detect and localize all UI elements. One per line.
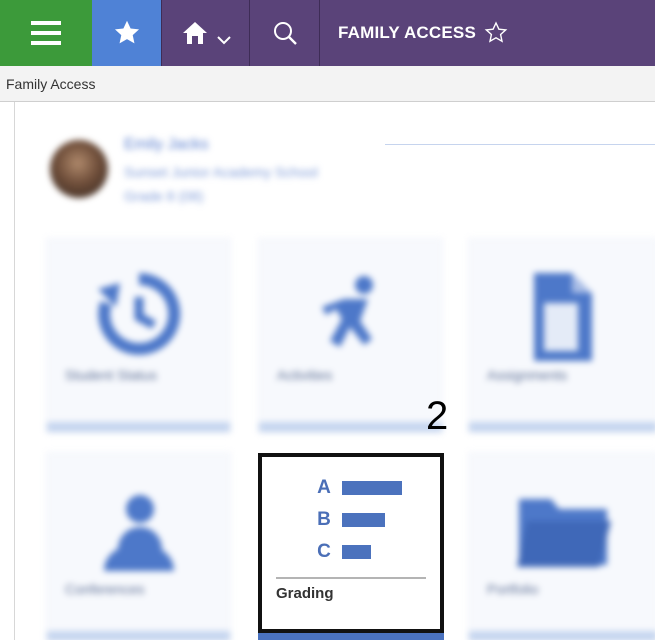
star-outline-icon[interactable] [484,21,508,45]
grade-bar-icon [342,481,402,495]
top-navigation-bar: FAMILY ACCESS [0,0,655,66]
grade-row-a: A [316,477,402,499]
content-border [14,102,15,640]
tile-grading[interactable]: A B C Grading [258,453,444,633]
tile-student-status[interactable]: Student Status [46,238,231,433]
grade-letter: C [317,541,331,562]
breadcrumb-label: Family Access [6,76,96,92]
chevron-down-icon[interactable] [216,35,231,45]
home-icon [182,22,207,44]
star-icon [114,20,139,44]
folder-icon [517,499,611,567]
search-icon [273,22,297,45]
main-content: Emily Jacks Sunset Junior Academy School… [0,102,655,640]
grade-letter: B [317,509,331,530]
student-grade: Grade 8 (08) [124,188,204,204]
student-school: Sunset Junior Academy School [124,164,318,180]
page-title-area: FAMILY ACCESS [320,0,655,66]
search-button[interactable] [250,0,320,66]
tile-divider [276,577,426,579]
student-name[interactable]: Emily Jacks [124,136,208,154]
hamburger-menu-icon [31,21,61,45]
tile-assignments[interactable]: Assignments [468,238,655,433]
tile-footer [469,631,655,640]
tile-label: Portfolio [487,581,539,597]
home-button[interactable] [162,0,250,66]
tile-label: Activities [277,367,333,383]
tile-label: Grading [276,585,334,602]
grade-bar-icon [342,513,385,527]
step-number-annotation: 2 [426,394,449,438]
grade-bar-icon [342,545,371,559]
grade-row-b: B [316,509,385,531]
favorites-button[interactable] [92,0,162,66]
history-icon [97,272,180,355]
page-title: FAMILY ACCESS [338,23,477,42]
tile-label: Conferences [65,581,145,597]
running-person-icon [321,276,373,347]
grade-row-c: C [316,541,371,563]
grade-letter: A [317,477,331,498]
header-divider [385,144,655,145]
tile-label: Assignments [487,367,568,383]
tile-portfolio[interactable]: Portfolio [468,452,655,640]
tile-conferences[interactable]: Conferences [46,452,231,640]
breadcrumb: Family Access [0,66,655,102]
tile-footer [47,422,230,432]
grading-tile-footer [258,633,444,640]
document-icon [534,273,592,361]
tile-activities[interactable]: Activities [258,238,443,433]
menu-button[interactable] [0,0,92,66]
tile-footer [47,631,230,640]
avatar[interactable] [50,140,108,198]
tile-footer [259,422,442,432]
tile-footer [469,422,655,432]
people-icon [103,495,174,571]
tile-label: Student Status [65,367,157,383]
